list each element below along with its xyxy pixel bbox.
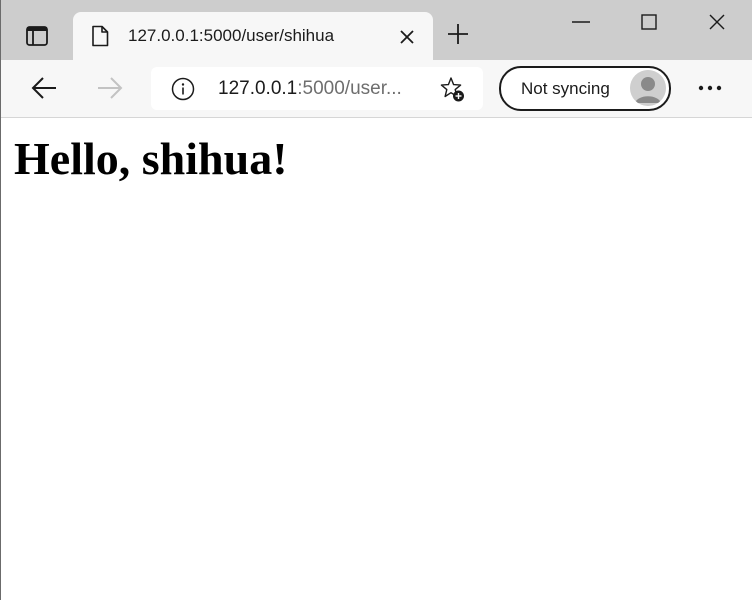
- info-icon[interactable]: [171, 77, 195, 101]
- arrow-right-icon[interactable]: [94, 72, 126, 104]
- url-text[interactable]: 127.0.0.1:5000/user...: [218, 78, 402, 100]
- browser-toolbar: 127.0.0.1:5000/user... Not syncing: [1, 60, 752, 118]
- page-icon: [89, 24, 111, 48]
- maximize-icon[interactable]: [635, 8, 663, 36]
- page-heading: Hello, shihua!: [14, 133, 288, 184]
- tab-title: 127.0.0.1:5000/user/shihua: [128, 26, 335, 45]
- page-content: Hello, shihua!: [2, 118, 752, 600]
- avatar-icon: [630, 70, 666, 106]
- browser-window: 127.0.0.1:5000/user/shihua 127.0.0.1:500…: [0, 0, 752, 600]
- ellipsis-icon[interactable]: [695, 74, 725, 102]
- profile-button[interactable]: Not syncing: [499, 66, 671, 111]
- sync-status-label: Not syncing: [521, 79, 610, 98]
- active-tab[interactable]: 127.0.0.1:5000/user/shihua: [73, 12, 433, 60]
- star-plus-icon[interactable]: [439, 76, 467, 104]
- close-window-icon[interactable]: [703, 8, 731, 36]
- plus-icon[interactable]: [444, 20, 472, 48]
- tab-strip: 127.0.0.1:5000/user/shihua: [1, 0, 752, 60]
- minimize-icon[interactable]: [567, 8, 595, 36]
- url-path: :5000/user...: [297, 78, 402, 99]
- address-bar[interactable]: 127.0.0.1:5000/user...: [151, 67, 483, 110]
- close-tab-icon[interactable]: [395, 25, 419, 49]
- tab-actions-icon[interactable]: [19, 20, 55, 52]
- url-host: 127.0.0.1: [218, 78, 298, 99]
- arrow-left-icon[interactable]: [28, 72, 60, 104]
